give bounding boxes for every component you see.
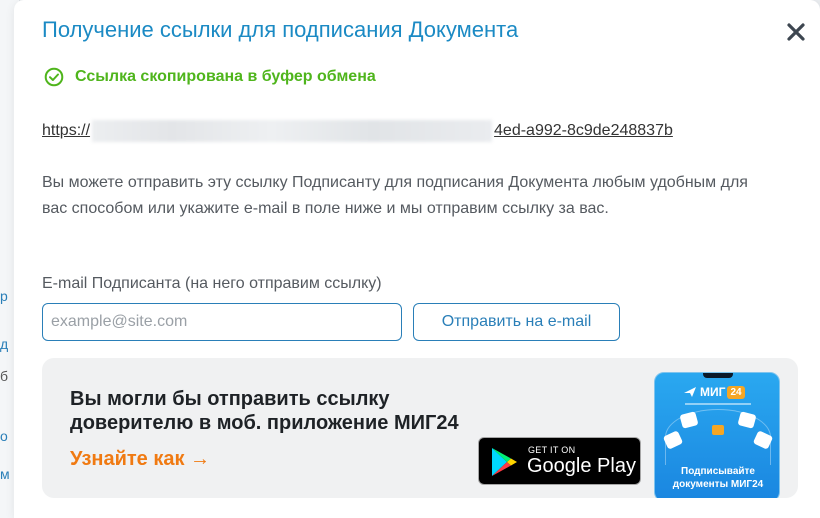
background-text: б [0,368,9,384]
signing-link[interactable]: https:// 4ed-a992-8c9de248837b [42,120,673,142]
background-text: м [0,466,10,482]
phone-notch [703,373,733,378]
close-icon [787,23,805,41]
logo-text: МИГ [700,385,726,399]
phone-caption: Подписывайте документы МИГ24 [672,466,764,490]
link-suffix[interactable]: 4ed-a992-8c9de248837b [494,122,673,140]
plane-icon [684,387,696,397]
learn-more-link[interactable]: Узнайте как → [70,448,210,471]
email-input[interactable] [42,303,402,341]
close-button[interactable] [784,20,808,44]
background-text: о [0,428,8,444]
google-play-button[interactable]: GET IT ON Google Play [478,437,641,485]
blurred-link-part [92,120,493,142]
link-prefix[interactable]: https:// [42,122,90,140]
store-big-text: Google Play [527,455,636,477]
copy-success-message: Ссылка скопирована в буфер обмена [44,67,376,87]
decor-chip [712,425,724,435]
promo-heading: Вы могли бы отправить ссылку доверителю … [70,388,459,434]
signing-link-dialog: Получение ссылки для подписания Документ… [14,0,820,518]
app-promo-banner: Вы могли бы отправить ссылку доверителю … [42,358,798,498]
google-play-icon [492,448,517,476]
dialog-title: Получение ссылки для подписания Документ… [42,17,519,42]
email-label: E-mail Подписанта (на него отправим ссыл… [42,275,382,292]
success-text: Ссылка скопирована в буфер обмена [75,68,376,85]
check-circle-icon [44,67,64,87]
store-small-text: GET IT ON [528,445,576,455]
logo-subtitle-line [685,403,751,405]
send-email-button[interactable]: Отправить на e-mail [413,303,620,341]
phone-mockup-image: МИГ 24 Подписывайте документы МИГ24 [654,372,780,498]
mig24-logo: МИГ 24 [683,385,745,399]
background-text: д [0,336,9,352]
logo-badge: 24 [727,385,745,399]
background-text: р [0,288,8,304]
description-text: Вы можете отправить эту ссылку Подписант… [42,174,748,217]
